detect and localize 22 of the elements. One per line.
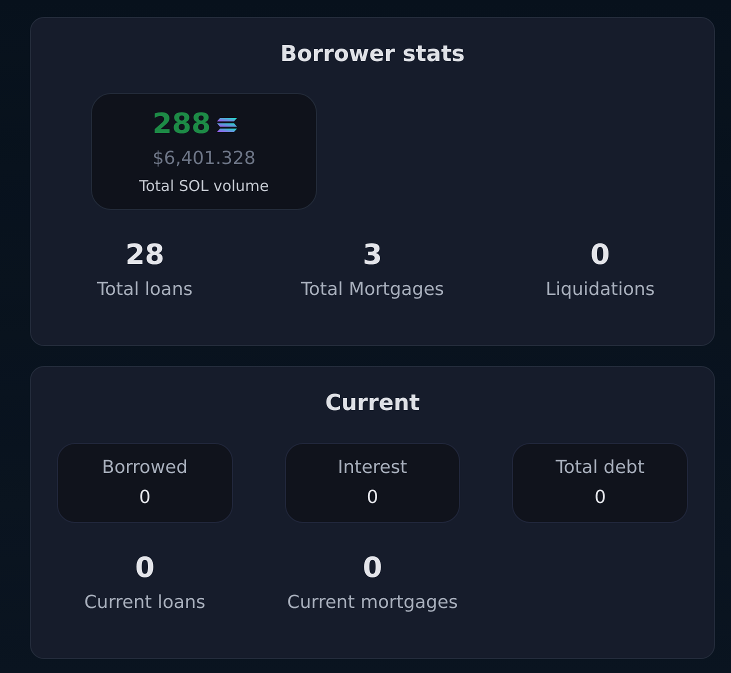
stat-label: Current mortgages: [287, 592, 458, 614]
stat-value: 28: [125, 239, 164, 271]
stat-value: 0: [135, 552, 155, 584]
slanted-bars-icon: [216, 118, 237, 132]
stat-label: Total loans: [97, 279, 193, 301]
stat-value: 3: [362, 239, 382, 271]
volume-label: Total SOL volume: [139, 176, 269, 196]
sol-amount: 288: [152, 109, 211, 139]
tile-value: 0: [594, 487, 606, 509]
tile-label: Interest: [338, 457, 408, 479]
stat-label: Current loans: [84, 592, 206, 614]
usd-amount: $6,401.328: [152, 148, 256, 170]
stat-label: Total Mortgages: [300, 279, 444, 301]
card-title: Borrower stats: [280, 41, 465, 69]
card-title: Current: [325, 390, 420, 418]
tile-label: Total debt: [556, 457, 645, 479]
tile-value: 0: [139, 487, 151, 509]
stat-label: Liquidations: [546, 279, 655, 301]
tile-label: Borrowed: [102, 457, 188, 479]
tile-value: 0: [366, 487, 378, 509]
stat-value: 0: [590, 239, 610, 271]
stat-value: 0: [362, 552, 382, 584]
